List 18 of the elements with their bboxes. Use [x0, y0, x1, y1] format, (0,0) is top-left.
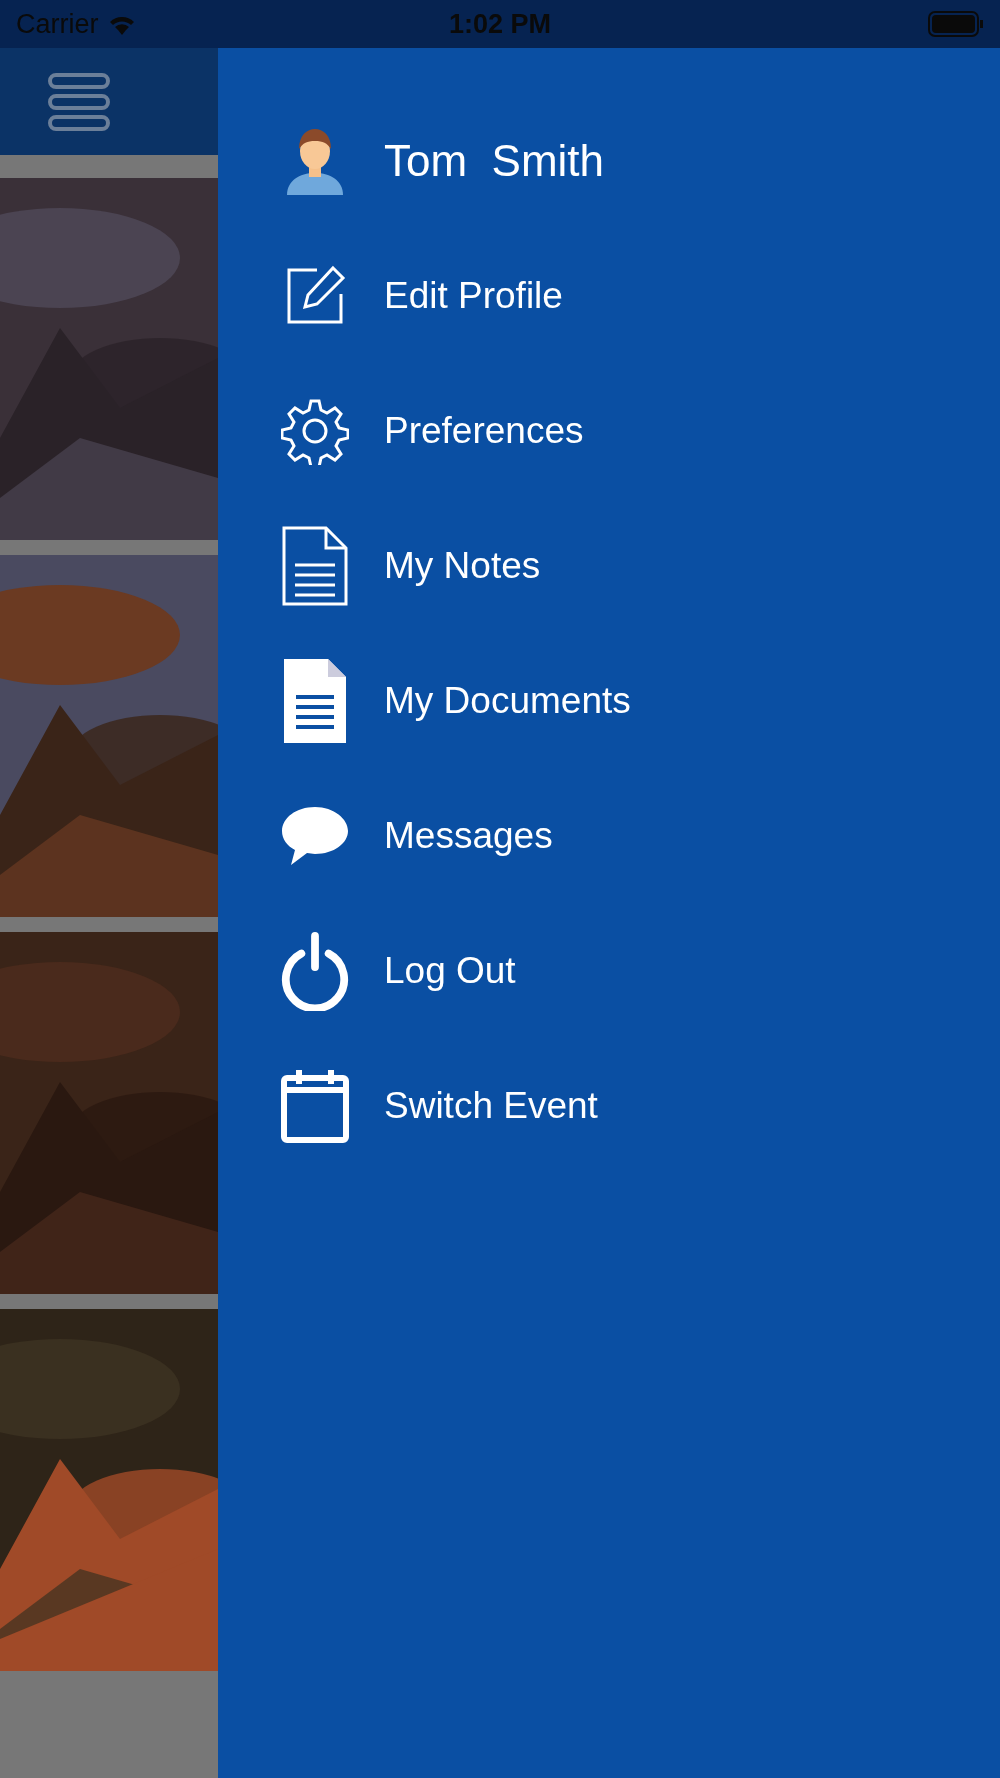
user-avatar-icon — [285, 126, 345, 195]
menu-icon[interactable] — [48, 70, 110, 133]
menu-item[interactable]: Switch Event — [384, 1084, 598, 1127]
menu-item[interactable]: Messages — [384, 814, 553, 857]
power-icon — [280, 930, 350, 1011]
battery-icon — [928, 11, 984, 37]
calendar-icon — [281, 1067, 349, 1144]
menu-item[interactable]: Log Out — [384, 949, 516, 992]
speech-bubble-icon — [280, 804, 350, 867]
menu-item[interactable]: My Documents — [384, 679, 631, 722]
document-icon — [282, 656, 348, 745]
menu-item[interactable]: Preferences — [384, 409, 584, 452]
menu-item[interactable]: Edit Profile — [384, 274, 563, 317]
note-icon — [281, 524, 349, 607]
status-time: 1:02 PM — [449, 8, 551, 40]
carrier-name: Carrier — [16, 8, 99, 40]
menu-item[interactable]: My Notes — [384, 544, 541, 587]
user-name[interactable]: Tom Smith — [384, 135, 605, 186]
